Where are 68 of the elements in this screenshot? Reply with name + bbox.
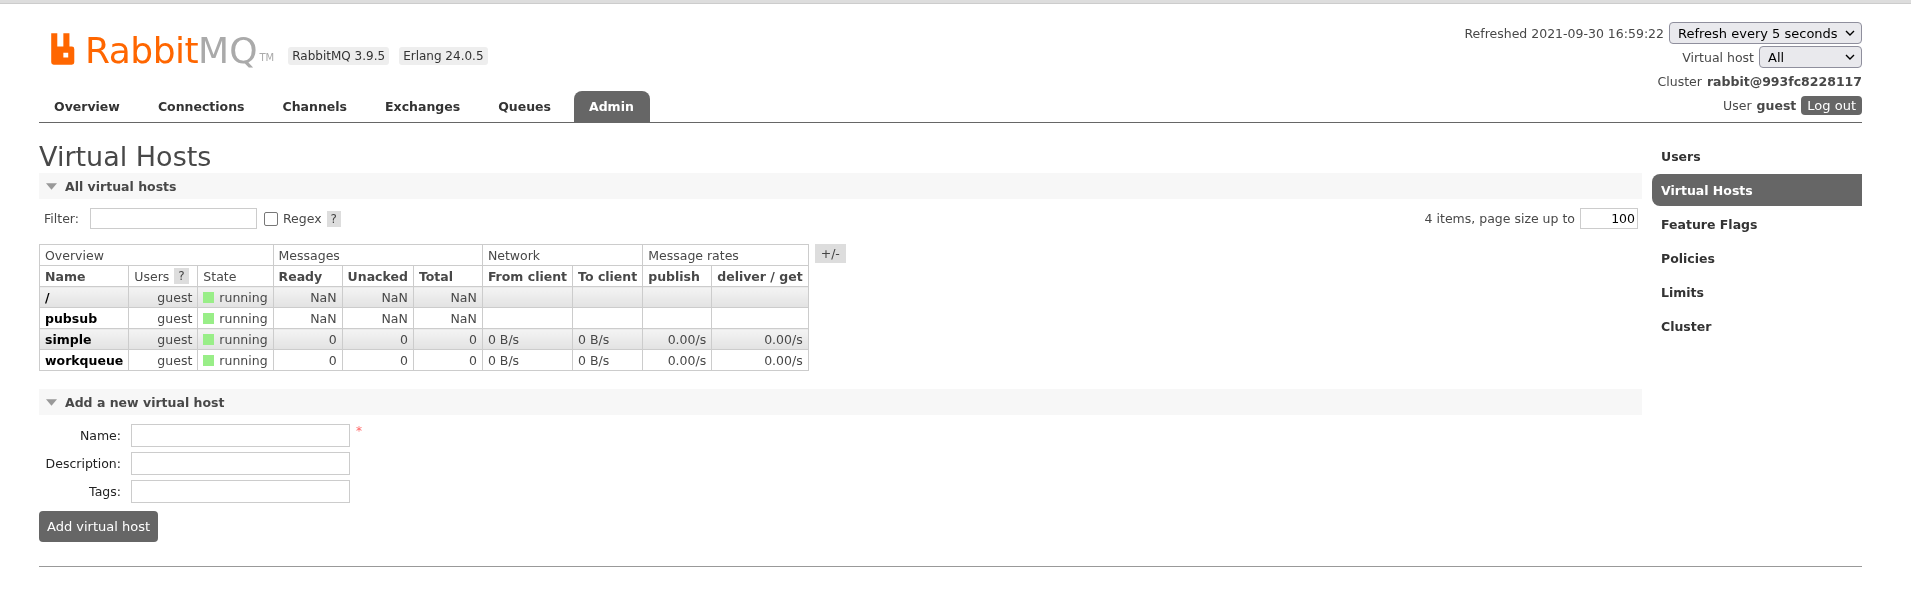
field-label: Name: xyxy=(78,428,121,443)
column-group-header: Messages xyxy=(273,244,483,266)
refreshed-text: Refreshed 2021-09-30 16:59:22 xyxy=(1464,25,1664,41)
column-header: publish xyxy=(642,265,712,287)
nav-tab[interactable]: Channels xyxy=(267,91,364,122)
help-button[interactable]: ? xyxy=(174,268,189,284)
logout-button[interactable]: Log out xyxy=(1801,95,1862,115)
status-text: running xyxy=(219,310,268,326)
sidebar-item[interactable]: Users xyxy=(1652,140,1862,172)
version-badge: RabbitMQ 3.9.5 xyxy=(288,47,390,65)
column-group-header: Message rates xyxy=(642,244,809,266)
add-virtual-host-button[interactable]: Add virtual host xyxy=(39,511,159,542)
section-header[interactable]: All virtual hosts xyxy=(39,173,1642,199)
column-header: Unacked xyxy=(342,265,414,287)
nav-tab[interactable]: Queues xyxy=(483,91,567,122)
table-cell: simple xyxy=(39,328,129,350)
table-cell: / xyxy=(39,286,129,308)
virtual-host-label: Virtual host xyxy=(1682,49,1754,65)
help-button[interactable]: ? xyxy=(326,210,341,227)
status-text: running xyxy=(219,289,268,305)
chevron-icon xyxy=(1845,30,1855,36)
nav-tab[interactable]: Exchanges xyxy=(370,91,477,122)
text-field[interactable] xyxy=(131,424,350,447)
chevron-icon xyxy=(1845,54,1855,60)
page-title: Virtual Hosts xyxy=(39,141,213,173)
filter-label: Filter: xyxy=(44,211,79,226)
column-header: Ready xyxy=(273,265,343,287)
section-header[interactable]: Add a new virtual host xyxy=(39,389,1642,415)
column-header: From client xyxy=(482,265,573,287)
text-field[interactable] xyxy=(131,452,350,475)
status-text: running xyxy=(219,331,268,347)
column-header: deliver / get xyxy=(711,265,809,287)
page-size-field[interactable]: 100 xyxy=(1580,208,1638,229)
sidebar-item[interactable]: Feature Flags xyxy=(1652,208,1862,240)
user-name: guest xyxy=(1756,97,1797,113)
filter-field[interactable] xyxy=(89,208,257,229)
status-text: running xyxy=(219,352,268,368)
columns-toggle-button[interactable]: +/- xyxy=(814,244,846,263)
cluster-name: rabbit@993fc8228117 xyxy=(1706,73,1862,89)
column-header: Users xyxy=(134,268,170,284)
required-mark: * xyxy=(356,424,362,438)
nav-tab[interactable]: Overview xyxy=(39,91,136,122)
nav-tab[interactable]: Connections xyxy=(142,91,261,122)
field-label: Description: xyxy=(44,456,121,471)
table-cell: workqueue xyxy=(39,349,129,371)
rabbitmq-logo: RabbitMQ TM xyxy=(50,31,279,71)
sidebar-item[interactable]: Policies xyxy=(1652,242,1862,274)
regex-label: Regex xyxy=(282,211,322,226)
nav-tab[interactable]: Admin xyxy=(574,91,650,122)
field-label: Tags: xyxy=(88,484,121,499)
regex-checkbox[interactable] xyxy=(263,211,278,226)
column-header: Total xyxy=(413,265,483,287)
column-header: Name xyxy=(39,265,129,287)
sidebar-item[interactable]: Limits xyxy=(1652,276,1862,308)
column-header: State xyxy=(197,265,274,287)
sidebar-item[interactable]: Virtual Hosts xyxy=(1652,174,1862,206)
user-label: User xyxy=(1723,97,1752,113)
cluster-label: Cluster xyxy=(1657,73,1702,89)
column-header: To client xyxy=(572,265,643,287)
page-size-label: 4 items, page size up to xyxy=(1424,211,1575,226)
column-group-header: Overview xyxy=(39,244,274,266)
refresh-select[interactable]: Refresh every 5 seconds xyxy=(1669,22,1862,44)
column-group-header: Network xyxy=(482,244,643,266)
version-badge: Erlang 24.0.5 xyxy=(399,47,488,65)
table-cell: pubsub xyxy=(39,307,129,329)
sidebar-item[interactable]: Cluster xyxy=(1652,310,1862,342)
text-field[interactable] xyxy=(131,480,350,503)
virtual-host-select[interactable]: All xyxy=(1759,46,1862,68)
